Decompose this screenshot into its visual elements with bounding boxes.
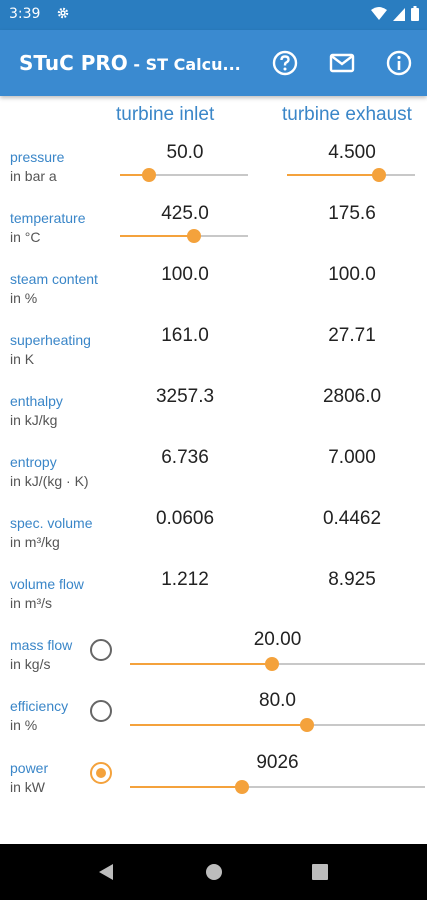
volume-flow-unit: in m³/s xyxy=(10,595,52,611)
superheating-exhaust-value: 27.71 xyxy=(328,325,376,346)
temperature-inlet-slider[interactable] xyxy=(120,228,248,244)
efficiency-slider[interactable] xyxy=(130,717,425,733)
slider-thumb[interactable] xyxy=(372,168,387,182)
enthalpy-unit: in kJ/kg xyxy=(10,412,58,428)
mass-flow-unit: in kg/s xyxy=(10,656,51,672)
entropy-inlet-value: 6.736 xyxy=(161,447,209,468)
spec-volume-exhaust-value: 0.4462 xyxy=(322,508,382,529)
steam-content-unit: in % xyxy=(10,290,38,306)
help-circle-icon[interactable] xyxy=(271,49,299,77)
temperature-exhaust-value: 175.6 xyxy=(328,203,376,224)
mass-flow-radio[interactable] xyxy=(90,639,112,661)
row-efficiency: efficiency in % 80.0 xyxy=(0,690,427,759)
wifi-icon xyxy=(371,6,387,20)
battery-icon xyxy=(411,6,419,21)
power-value: 9026 xyxy=(256,752,299,773)
steam-content-label: steam content xyxy=(10,271,98,287)
power-radio[interactable] xyxy=(90,762,112,784)
signal-icon xyxy=(393,7,405,21)
power-slider[interactable] xyxy=(130,779,425,795)
row-power: power in kW 9026 xyxy=(0,752,427,821)
pressure-unit: in bar a xyxy=(10,168,57,184)
slider-fill xyxy=(130,786,243,788)
home-icon[interactable] xyxy=(205,863,223,881)
superheating-label: superheating xyxy=(10,332,91,348)
pressure-inlet-slider[interactable] xyxy=(120,167,248,183)
efficiency-radio[interactable] xyxy=(90,700,112,722)
entropy-unit: in kJ/(kg · K) xyxy=(10,473,89,489)
temperature-label: temperature xyxy=(10,210,86,226)
power-label: power xyxy=(10,760,49,776)
temperature-inlet-value: 425.0 xyxy=(161,203,209,224)
column-header-inlet: turbine inlet xyxy=(116,104,215,125)
system-nav-bar xyxy=(0,844,427,900)
pressure-exhaust-slider[interactable] xyxy=(287,167,415,183)
back-icon[interactable] xyxy=(97,863,115,881)
pressure-inlet-value: 50.0 xyxy=(166,142,204,163)
entropy-exhaust-value: 7.000 xyxy=(328,447,376,468)
slider-thumb[interactable] xyxy=(300,718,314,732)
app-title: STuC PRO - ST Calcu... xyxy=(19,51,241,75)
app-title-sub: - ST Calcu... xyxy=(127,55,241,74)
slider-fill xyxy=(120,235,195,237)
slider-fill xyxy=(130,724,307,726)
pressure-label: pressure xyxy=(10,149,65,165)
row-spec-volume: spec. volume in m³/kg 0.0606 0.4462 xyxy=(0,508,427,576)
superheating-unit: in K xyxy=(10,351,35,367)
efficiency-value: 80.0 xyxy=(259,690,296,711)
mass-flow-slider[interactable] xyxy=(130,656,425,672)
app-title-main: STuC PRO xyxy=(19,51,128,75)
slider-fill xyxy=(130,663,272,665)
slider-thumb[interactable] xyxy=(142,168,157,182)
row-steam-content: steam content in % 100.0 100.0 xyxy=(0,264,427,332)
steam-content-exhaust-value: 100.0 xyxy=(328,264,376,285)
mail-icon[interactable] xyxy=(328,49,356,77)
column-header-exhaust: turbine exhaust xyxy=(282,104,412,125)
steam-content-inlet-value: 100.0 xyxy=(161,264,209,285)
row-entropy: entropy in kJ/(kg · K) 6.736 7.000 xyxy=(0,447,427,515)
pressure-exhaust-value: 4.500 xyxy=(328,142,376,163)
slider-thumb[interactable] xyxy=(264,657,279,671)
slider-fill xyxy=(287,174,380,176)
power-unit: in kW xyxy=(10,779,45,795)
mass-flow-value: 20.00 xyxy=(253,629,302,650)
row-mass-flow: mass flow in kg/s 20.00 xyxy=(0,629,427,698)
row-temperature: temperature in °C 425.0 175.6 xyxy=(0,203,427,271)
enthalpy-inlet-value: 3257.3 xyxy=(155,386,215,407)
row-pressure: pressure in bar a 50.0 4.500 xyxy=(0,142,427,210)
status-bar: 3:39 xyxy=(0,0,427,30)
volume-flow-label: volume flow xyxy=(10,576,84,592)
recents-icon[interactable] xyxy=(312,864,328,880)
slider-thumb[interactable] xyxy=(187,229,202,243)
volume-flow-inlet-value: 1.212 xyxy=(161,569,209,590)
spec-volume-label: spec. volume xyxy=(10,515,93,531)
row-enthalpy: enthalpy in kJ/kg 3257.3 2806.0 xyxy=(0,386,427,454)
superheating-inlet-value: 161.0 xyxy=(161,325,209,346)
enthalpy-label: enthalpy xyxy=(10,393,63,409)
efficiency-unit: in % xyxy=(10,717,38,733)
settings-gear-icon xyxy=(57,7,69,19)
spec-volume-inlet-value: 0.0606 xyxy=(155,508,215,529)
app-bar: STuC PRO - ST Calcu... xyxy=(0,30,427,96)
mass-flow-label: mass flow xyxy=(10,637,73,653)
spec-volume-unit: in m³/kg xyxy=(10,534,60,550)
volume-flow-exhaust-value: 8.925 xyxy=(328,569,376,590)
info-icon[interactable] xyxy=(385,49,413,77)
status-time: 3:39 xyxy=(9,6,41,22)
temperature-unit: in °C xyxy=(10,229,41,245)
slider-thumb[interactable] xyxy=(235,780,250,794)
row-volume-flow: volume flow in m³/s 1.212 8.925 xyxy=(0,569,427,637)
enthalpy-exhaust-value: 2806.0 xyxy=(322,386,382,407)
entropy-label: entropy xyxy=(10,454,57,470)
status-icons xyxy=(371,6,419,21)
row-superheating: superheating in K 161.0 27.71 xyxy=(0,325,427,393)
efficiency-label: efficiency xyxy=(10,698,69,714)
